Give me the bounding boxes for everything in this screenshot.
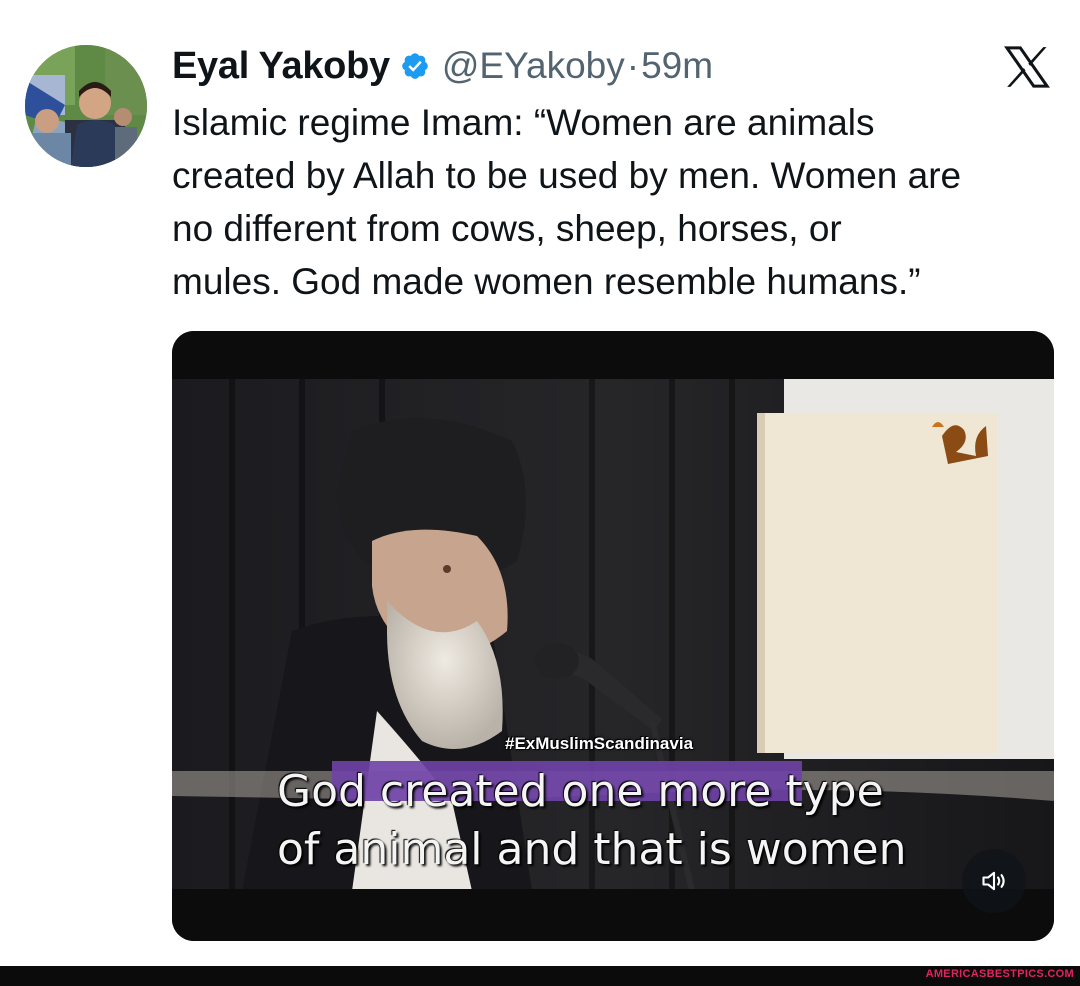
site-watermark: AMERICASBESTPICS.COM: [925, 968, 1074, 980]
mute-toggle-button[interactable]: [962, 849, 1026, 913]
subtitle-line: of animal and that is women: [277, 824, 907, 875]
video-hashtag: #ExMuslimScandinavia: [505, 734, 694, 753]
tweet-text-line: no different from cows, sheep, horses, o…: [172, 208, 842, 249]
verified-badge-icon: [402, 53, 428, 79]
x-logo-icon[interactable]: [1004, 46, 1050, 88]
tweet-text-line: Islamic regime Imam: “Women are animals: [172, 102, 875, 143]
footer-bar: AMERICASBESTPICS.COM: [0, 966, 1080, 986]
tweet-time[interactable]: 59m: [641, 45, 713, 87]
author-handle[interactable]: @EYakoby: [442, 45, 625, 87]
tweet-text-line: mules. God made women resemble humans.”: [172, 261, 921, 302]
speaker-muted-icon: [982, 871, 1005, 891]
meta-separator: ·: [626, 45, 640, 86]
video-player[interactable]: #ExMuslimScandinavia God created one mor…: [172, 331, 1054, 941]
author-avatar[interactable]: [25, 45, 147, 167]
video-subtitle: God created one more type of animal and …: [277, 763, 977, 879]
tweet-text: Islamic regime Imam: “Women are animals …: [172, 96, 1062, 308]
tweet-header: Eyal Yakoby @EYakoby · 59m: [172, 38, 713, 94]
tweet-text-line: created by Allah to be used by men. Wome…: [172, 155, 962, 196]
subtitle-line: God created one more type: [277, 766, 884, 817]
author-name[interactable]: Eyal Yakoby: [172, 45, 390, 88]
